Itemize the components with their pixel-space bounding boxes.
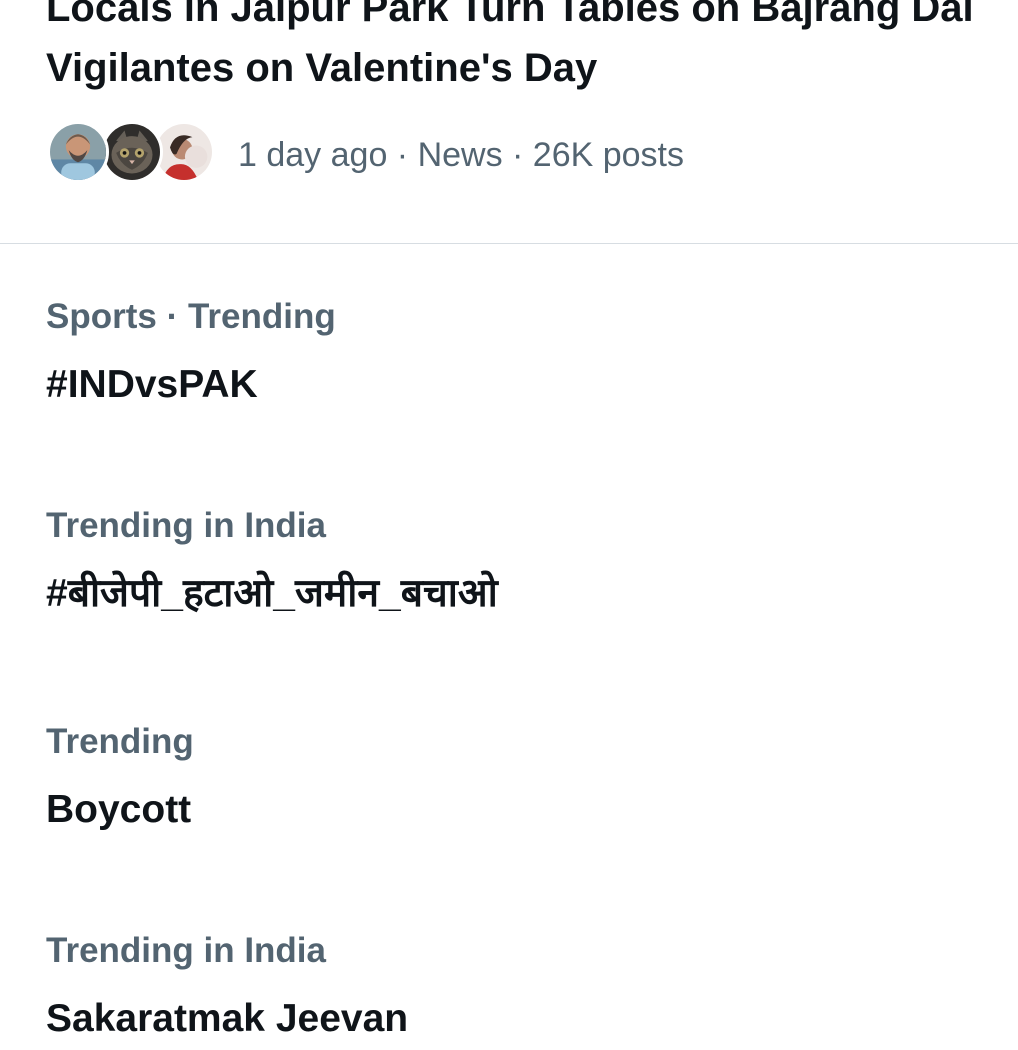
news-avatar-stack — [47, 121, 217, 185]
trend-context: Trending in India — [46, 931, 326, 970]
news-headline-line-1: Locals in Jaipur Park Turn Tables on Baj… — [46, 0, 974, 30]
trend-item[interactable]: Trending Boycott — [46, 721, 986, 833]
trend-context: Sports · Trending — [46, 297, 336, 336]
trend-name: #INDvsPAK — [46, 363, 258, 406]
news-headline-line-2: Vigilantes on Valentine's Day — [46, 46, 598, 90]
trend-context: Trending — [46, 722, 194, 761]
news-meta: 1 day ago · News · 26K posts — [238, 136, 685, 174]
avatar-person-icon — [47, 121, 109, 183]
trend-name: Sakaratmak Jeevan — [46, 997, 409, 1040]
section-divider — [0, 243, 1018, 244]
trend-name: Boycott — [46, 788, 192, 831]
news-card[interactable]: Locals in Jaipur Park Turn Tables on Baj… — [0, 0, 1018, 244]
trend-name: #बीजेपी_हटाओ_जमीन_बचाओ — [46, 572, 498, 615]
trend-context: Trending in India — [46, 506, 326, 545]
news-headline[interactable]: Locals in Jaipur Park Turn Tables on Baj… — [46, 0, 1006, 98]
avatar-cat-icon — [101, 121, 163, 183]
trend-item[interactable]: Trending in India #बीजेपी_हटाओ_जमीन_बचाओ — [46, 505, 986, 617]
trend-item[interactable]: Trending in India Sakaratmak Jeevan — [46, 930, 986, 1042]
trend-item[interactable]: Sports · Trending #INDvsPAK — [46, 296, 986, 408]
